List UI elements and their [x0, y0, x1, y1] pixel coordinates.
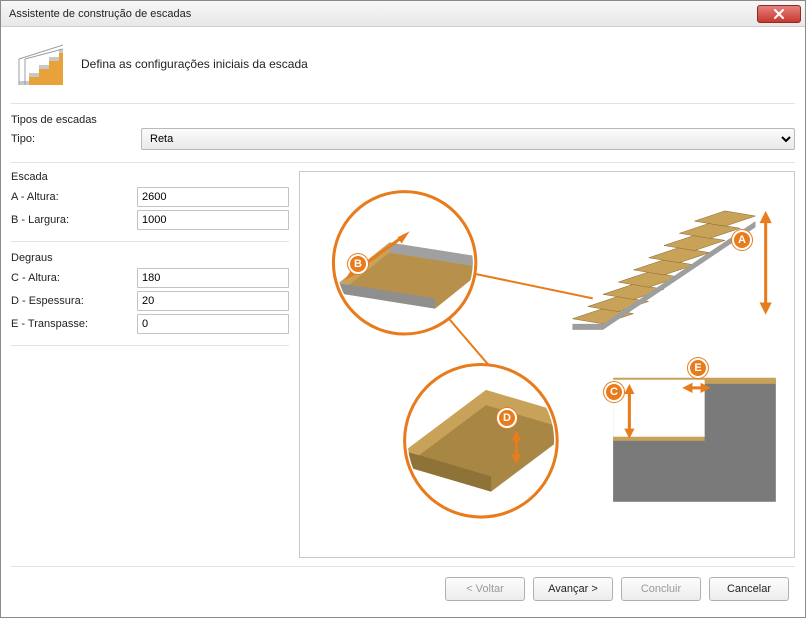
degraus-altura-label: C - Altura: [11, 272, 131, 284]
titlebar: Assistente de construção de escadas [1, 1, 805, 27]
escada-altura-label: A - Altura: [11, 191, 131, 203]
stairs-icon [15, 41, 65, 87]
left-column: Escada A - Altura: B - Largura: Degraus … [11, 171, 289, 558]
degraus-transpasse-input[interactable] [137, 314, 289, 334]
badge-d: D [497, 408, 517, 428]
types-group: Tipos de escadas Tipo: Reta [11, 114, 795, 163]
escada-largura-input[interactable] [137, 210, 289, 230]
next-button[interactable]: Avançar > [533, 577, 613, 601]
back-button[interactable]: < Voltar [445, 577, 525, 601]
finish-button[interactable]: Concluir [621, 577, 701, 601]
degraus-altura-input[interactable] [137, 268, 289, 288]
badge-e: E [688, 358, 708, 378]
type-select[interactable]: Reta [141, 128, 795, 150]
close-button[interactable] [757, 5, 801, 23]
badge-a: A [732, 230, 752, 250]
header: Defina as configurações iniciais da esca… [11, 35, 795, 104]
type-label: Tipo: [11, 133, 131, 145]
preview-illustration [308, 180, 786, 549]
wizard-window: Assistente de construção de escadas [0, 0, 806, 618]
header-subtitle: Defina as configurações iniciais da esca… [81, 57, 308, 71]
escada-title: Escada [11, 171, 289, 183]
cancel-button[interactable]: Cancelar [709, 577, 789, 601]
badge-b: B [348, 254, 368, 274]
wizard-footer: < Voltar Avançar > Concluir Cancelar [11, 566, 795, 607]
escada-altura-input[interactable] [137, 187, 289, 207]
degraus-espessura-input[interactable] [137, 291, 289, 311]
escada-largura-label: B - Largura: [11, 214, 131, 226]
degraus-panel: Degraus C - Altura: D - Espessura: E - T… [11, 252, 289, 346]
degraus-espessura-label: D - Espessura: [11, 295, 131, 307]
window-title: Assistente de construção de escadas [9, 8, 191, 20]
preview-panel: B A D C E [299, 171, 795, 558]
body: Escada A - Altura: B - Largura: Degraus … [11, 171, 795, 558]
escada-panel: Escada A - Altura: B - Largura: [11, 171, 289, 242]
badge-c: C [604, 382, 624, 402]
content-area: Defina as configurações iniciais da esca… [1, 27, 805, 617]
degraus-title: Degraus [11, 252, 289, 264]
types-group-label: Tipos de escadas [11, 114, 795, 126]
degraus-transpasse-label: E - Transpasse: [11, 318, 131, 330]
